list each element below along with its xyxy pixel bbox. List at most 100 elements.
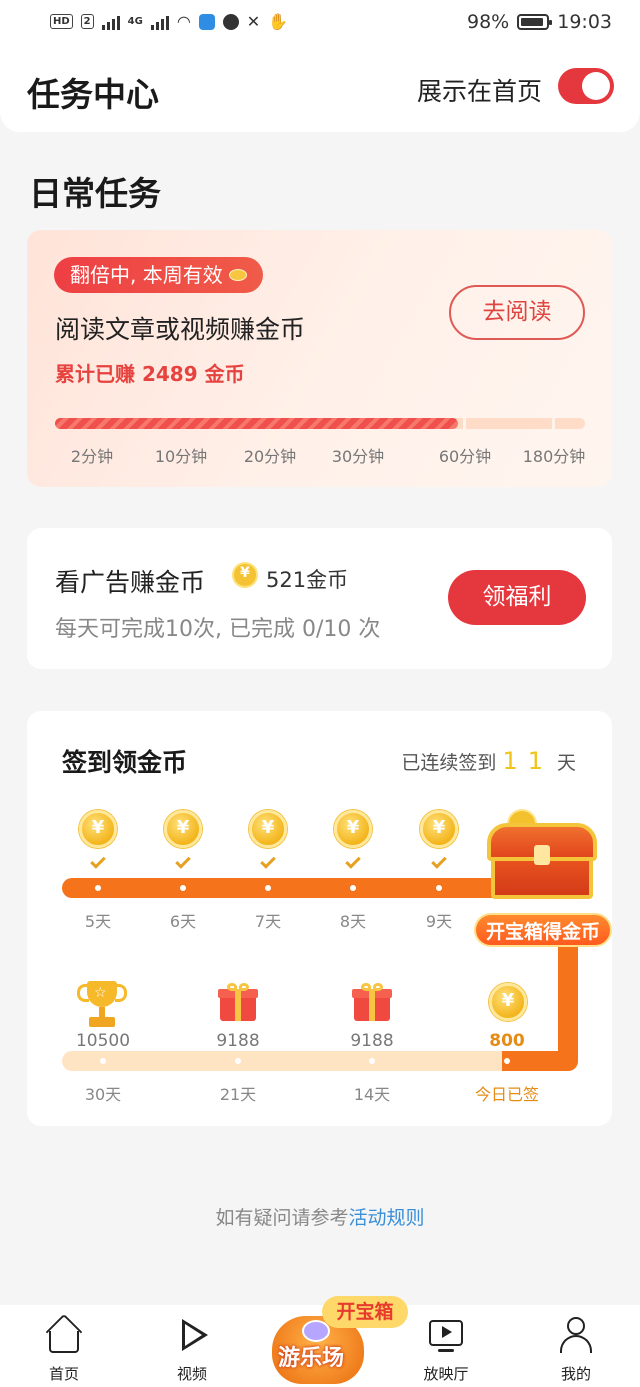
signin-track-done bbox=[502, 1051, 578, 1071]
reading-progress-bar bbox=[55, 418, 585, 429]
header: 任务中心 展示在首页 bbox=[0, 50, 640, 132]
track-dot bbox=[504, 1058, 510, 1064]
nav-home-label: 首页 bbox=[48, 1365, 79, 1383]
day-label: 6天 bbox=[169, 912, 197, 931]
tv-play bbox=[442, 1326, 452, 1338]
day-label: 21天 bbox=[219, 1085, 257, 1104]
check-icon bbox=[431, 853, 447, 869]
coin-icon bbox=[228, 269, 247, 281]
status-left: HD 2 4G ◠ ✕ ✋ bbox=[50, 12, 288, 31]
coin-icon bbox=[334, 810, 372, 848]
gift-bow bbox=[239, 983, 249, 991]
park-badge: 开宝箱 bbox=[322, 1296, 408, 1328]
check-icon bbox=[175, 853, 191, 869]
network-label: 4G bbox=[127, 16, 143, 27]
today-reward-value: 800 bbox=[489, 1031, 525, 1051]
day-label: 5天 bbox=[84, 912, 112, 931]
milestone-label: 20分钟 bbox=[243, 447, 297, 466]
gift-ribbon bbox=[235, 989, 241, 1021]
progress-separator bbox=[463, 418, 466, 429]
milestone-label: 10分钟 bbox=[154, 447, 208, 466]
streak-days: 11 bbox=[502, 747, 553, 775]
signal-icon bbox=[101, 14, 120, 30]
check-icon bbox=[260, 853, 276, 869]
track-dot bbox=[235, 1058, 241, 1064]
go-read-button[interactable]: 去阅读 bbox=[449, 285, 585, 340]
day-label: 9天 bbox=[425, 912, 453, 931]
gift-icon bbox=[218, 983, 258, 1021]
treasure-chest-icon[interactable] bbox=[487, 809, 597, 899]
reading-earned: 累计已赚 2489 金币 bbox=[55, 362, 245, 386]
day-label: 30天 bbox=[84, 1085, 122, 1104]
show-on-home-label: 展示在首页 bbox=[417, 77, 543, 106]
trophy-base bbox=[89, 1017, 115, 1027]
gift-bow bbox=[227, 983, 237, 991]
star-icon: ☆ bbox=[94, 985, 107, 1001]
trophy-icon: ☆ bbox=[77, 981, 127, 1031]
track-dot bbox=[100, 1058, 106, 1064]
ad-task-title: 看广告赚金币 bbox=[55, 568, 206, 597]
gift-bow bbox=[361, 983, 371, 991]
day-label: 8天 bbox=[339, 912, 367, 931]
gift-icon bbox=[352, 983, 392, 1021]
cloud-icon bbox=[198, 13, 215, 30]
clock: 19:03 bbox=[557, 11, 612, 33]
park-label: 游乐场 bbox=[278, 1346, 345, 1371]
tv-base bbox=[438, 1349, 454, 1352]
nav-video[interactable]: 视频 bbox=[162, 1317, 222, 1384]
claim-welfare-button[interactable]: 领福利 bbox=[448, 570, 586, 625]
status-bar: HD 2 4G ◠ ✕ ✋ 98% 19:03 bbox=[0, 0, 640, 50]
coin-icon bbox=[232, 562, 258, 588]
nav-cinema[interactable]: 放映厅 bbox=[416, 1317, 476, 1384]
track-dot bbox=[369, 1058, 375, 1064]
toggle-knob bbox=[582, 72, 610, 100]
reward-value: 9188 bbox=[350, 1031, 394, 1051]
tv-icon bbox=[428, 1317, 464, 1353]
signin-track-bottom bbox=[62, 1051, 578, 1071]
nav-video-label: 视频 bbox=[176, 1365, 207, 1383]
signin-card: 签到领金币 已连续签到 11 天 5天 6天 7天 8天 9天 开宝箱得金币 ☆ bbox=[27, 711, 612, 1126]
play-icon bbox=[174, 1317, 210, 1353]
streak-suffix: 天 bbox=[556, 751, 576, 774]
reward-value: 9188 bbox=[216, 1031, 260, 1051]
alipay-icon: ✕ bbox=[246, 12, 261, 31]
show-on-home-toggle[interactable] bbox=[558, 68, 614, 104]
help-text: 如有疑问请参考活动规则 bbox=[0, 1203, 640, 1230]
ad-reward: 521金币 bbox=[266, 568, 349, 592]
battery-icon bbox=[517, 14, 553, 30]
coin-icon bbox=[420, 810, 458, 848]
coin-icon bbox=[164, 810, 202, 848]
rules-link[interactable]: 活动规则 bbox=[349, 1207, 425, 1229]
gift-ribbon bbox=[369, 989, 375, 1021]
user-body bbox=[560, 1335, 592, 1353]
milestone-label: 2分钟 bbox=[70, 447, 114, 466]
check-icon bbox=[345, 853, 361, 869]
trophy-stem bbox=[99, 1007, 105, 1017]
ad-task-card: 看广告赚金币 521金币 每天可完成10次, 已完成 0/10 次 领福利 bbox=[27, 528, 612, 669]
double-badge: 翻倍中, 本周有效 bbox=[54, 257, 263, 293]
day-label: 7天 bbox=[254, 912, 282, 931]
track-dot bbox=[180, 885, 186, 891]
nav-cinema-label: 放映厅 bbox=[423, 1365, 469, 1383]
open-chest-button[interactable]: 开宝箱得金币 bbox=[474, 913, 612, 947]
nav-home[interactable]: 首页 bbox=[34, 1313, 94, 1384]
daily-tasks-title: 日常任务 bbox=[29, 174, 161, 213]
signal-icon-2 bbox=[150, 14, 169, 30]
battery-percent: 98% bbox=[467, 11, 510, 33]
reading-task-title: 阅读文章或视频赚金币 bbox=[55, 315, 306, 344]
app-icon bbox=[222, 13, 239, 30]
track-dot bbox=[95, 885, 101, 891]
hd-indicator: HD bbox=[50, 14, 73, 29]
nav-park[interactable]: 开宝箱 游乐场 bbox=[272, 1296, 412, 1387]
hand-icon: ✋ bbox=[268, 12, 289, 31]
milestone-label: 60分钟 bbox=[438, 447, 492, 466]
coin-icon bbox=[249, 810, 287, 848]
gift-bow bbox=[373, 983, 383, 991]
page-title: 任务中心 bbox=[27, 75, 159, 114]
ad-task-subtitle: 每天可完成10次, 已完成 0/10 次 bbox=[55, 617, 381, 642]
nav-mine[interactable]: 我的 bbox=[546, 1317, 606, 1384]
today-signed-label: 今日已签 bbox=[474, 1085, 540, 1104]
milestone-label: 30分钟 bbox=[331, 447, 385, 466]
coin-icon bbox=[489, 983, 527, 1021]
streak-prefix: 已连续签到 bbox=[401, 751, 497, 774]
